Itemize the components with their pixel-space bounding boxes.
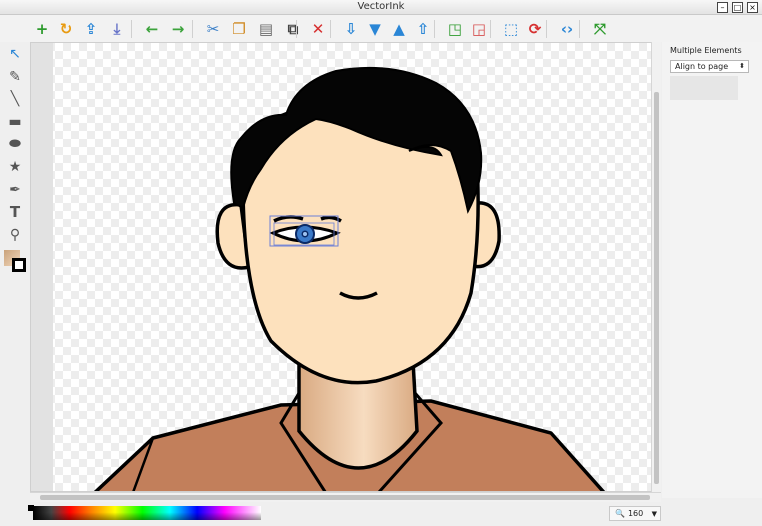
- text-tool-icon[interactable]: T: [5, 202, 25, 222]
- pen-tool-icon[interactable]: ✒: [5, 180, 25, 200]
- fill-stroke-swatch[interactable]: [4, 250, 28, 274]
- crop-button[interactable]: ⬚: [500, 19, 522, 39]
- eyedropper-tool-icon[interactable]: ⚲: [5, 225, 25, 245]
- star-tool-icon[interactable]: ★: [5, 157, 25, 177]
- reload-icon: ↻: [59, 19, 73, 38]
- maximize-icon[interactable]: □: [732, 2, 743, 13]
- minimize-icon[interactable]: –: [717, 2, 728, 13]
- color-palette[interactable]: [33, 506, 261, 520]
- crop-icon: ⬚: [503, 19, 519, 38]
- window-title: VectorInk: [357, 1, 405, 12]
- toolbar-separator: [434, 20, 435, 38]
- move-bottom-button[interactable]: ⇩: [340, 19, 362, 39]
- toolbar-separator: [296, 20, 297, 38]
- vertical-scroll-thumb[interactable]: [654, 92, 659, 484]
- panel-placeholder: [670, 76, 738, 100]
- title-bar: VectorInk – □ ×: [0, 0, 762, 15]
- properties-panel: Multiple Elements Align to page ⬍: [662, 42, 762, 498]
- undo-icon: ←: [145, 19, 159, 38]
- toolbar-separator: [579, 20, 580, 38]
- toolbox: ↖ ✎ ╲ ▬ ⬬ ★ ✒ T ⚲: [0, 42, 30, 498]
- move-top-button[interactable]: ⇧: [412, 19, 434, 39]
- copy-button[interactable]: ❐: [228, 19, 250, 39]
- vertical-scrollbar[interactable]: [651, 42, 661, 494]
- select-arrow-icon: ⬍: [739, 62, 745, 70]
- undo-button[interactable]: ←: [141, 19, 163, 39]
- zoom-control[interactable]: 🔍 160 ▼: [609, 506, 661, 521]
- cut-icon: ✂: [206, 19, 220, 38]
- reload-button[interactable]: ↻: [55, 19, 77, 39]
- stroke-swatch: [12, 258, 26, 272]
- select-tool-icon[interactable]: ↖: [5, 44, 25, 64]
- move-up-icon: ▲: [393, 19, 405, 38]
- group-icon: ◳: [447, 19, 463, 38]
- main-toolbar: + ↻ ⇪ ⤓ ← → ✂ ❐ ▤ ⧉ ✕ ⇩ ▼ ▲ ⇧ ◳ ◲ ⬚ ⟳ ‹› ⤧: [0, 15, 762, 42]
- upload-icon: ⇪: [84, 19, 98, 38]
- bottom-bar: 🔍 160 ▼: [0, 502, 762, 526]
- group-button[interactable]: ◳: [444, 19, 466, 39]
- rotate-button[interactable]: ⟳: [524, 19, 546, 39]
- paste-icon: ▤: [258, 19, 274, 38]
- toolbar-separator: [192, 20, 193, 38]
- cut-button[interactable]: ✂: [202, 19, 224, 39]
- new-button[interactable]: +: [31, 19, 53, 39]
- zoom-dropdown-icon: ▼: [651, 509, 657, 518]
- pencil-tool-icon[interactable]: ✎: [5, 67, 25, 87]
- ellipse-tool-icon[interactable]: ⬬: [5, 134, 25, 154]
- toolbar-separator: [330, 20, 331, 38]
- artwork-svg[interactable]: [31, 43, 661, 492]
- close-icon[interactable]: ×: [747, 2, 758, 13]
- copy-icon: ❐: [232, 19, 246, 38]
- move-down-button[interactable]: ▼: [364, 19, 386, 39]
- rotate-icon: ⟳: [528, 19, 542, 38]
- move-down-icon: ▼: [369, 19, 381, 38]
- horizontal-scroll-thumb[interactable]: [40, 495, 650, 500]
- download-button[interactable]: ⤓: [106, 19, 128, 39]
- source-icon: ‹›: [560, 19, 574, 38]
- panel-heading: Multiple Elements: [670, 46, 742, 55]
- eye-highlight: [303, 232, 307, 236]
- rect-tool-icon[interactable]: ▬: [5, 112, 25, 132]
- ungroup-button[interactable]: ◲: [468, 19, 490, 39]
- move-top-icon: ⇧: [416, 19, 430, 38]
- toolbar-separator: [131, 20, 132, 38]
- line-tool-icon[interactable]: ╲: [5, 89, 25, 109]
- delete-icon: ✕: [311, 19, 325, 38]
- new-icon: +: [35, 19, 49, 38]
- window-controls: – □ ×: [717, 2, 758, 13]
- toolbar-separator: [490, 20, 491, 38]
- move-bottom-icon: ⇩: [344, 19, 358, 38]
- horizontal-scrollbar[interactable]: [30, 492, 661, 502]
- zoom-icon: 🔍: [615, 509, 625, 518]
- upload-button[interactable]: ⇪: [80, 19, 102, 39]
- fit-button[interactable]: ⤧: [589, 19, 611, 39]
- delete-button[interactable]: ✕: [307, 19, 329, 39]
- download-icon: ⤓: [113, 19, 121, 38]
- align-select[interactable]: Align to page ⬍: [670, 60, 749, 73]
- drawing-canvas[interactable]: [30, 42, 661, 492]
- align-select-value: Align to page: [675, 62, 729, 71]
- toolbar-separator: [546, 20, 547, 38]
- ungroup-icon: ◲: [471, 19, 487, 38]
- redo-icon: →: [171, 19, 185, 38]
- paste-button[interactable]: ▤: [255, 19, 277, 39]
- redo-button[interactable]: →: [167, 19, 189, 39]
- source-button[interactable]: ‹›: [556, 19, 578, 39]
- move-up-button[interactable]: ▲: [388, 19, 410, 39]
- fit-icon: ⤧: [593, 19, 606, 38]
- zoom-value: 160: [627, 509, 644, 518]
- clone-button[interactable]: ⧉: [282, 19, 304, 39]
